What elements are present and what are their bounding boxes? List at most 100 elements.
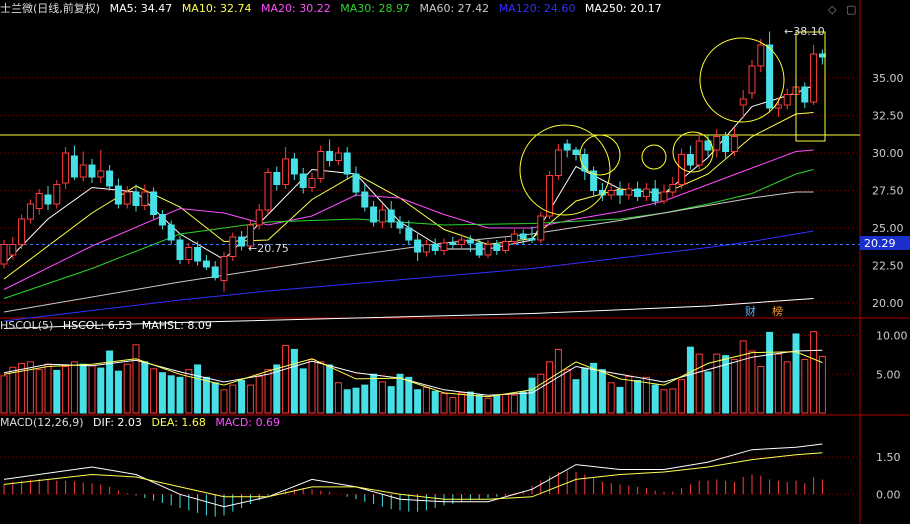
candle-body[interactable] [572,149,580,155]
candle-body[interactable] [801,86,809,103]
candle-body[interactable] [352,173,360,193]
hscol-bar [563,369,571,414]
candle-body[interactable] [387,209,395,223]
candle-body[interactable] [493,244,501,251]
candle-body[interactable] [774,104,782,109]
candle-body[interactable] [194,247,202,262]
candle-body[interactable] [713,136,721,151]
candle-body[interactable] [70,155,78,178]
candle-body[interactable] [431,244,439,251]
candle-body[interactable] [440,242,448,251]
candle-body[interactable] [114,185,122,205]
candle-body[interactable] [396,221,404,229]
candle-body[interactable] [0,244,8,265]
candle-body[interactable] [273,172,281,185]
candle-body[interactable] [220,256,228,281]
candle-body[interactable] [308,178,316,188]
candle-body[interactable] [326,151,334,161]
candle-body[interactable] [748,65,756,94]
hscol-bar [502,393,510,414]
candle-body[interactable] [158,214,166,226]
candle-body[interactable] [502,241,510,251]
candle-body[interactable] [414,239,422,253]
candle-body[interactable] [546,175,554,217]
candle-body[interactable] [18,218,26,245]
candle-body[interactable] [660,191,668,202]
diamond-icon[interactable]: ◇ [828,3,836,16]
candle-body[interactable] [766,44,774,109]
candle-body[interactable] [185,247,193,260]
hscol-bar [176,376,184,414]
price-tick-label: 27.50 [872,185,904,198]
candle-body[interactable] [202,260,210,268]
candle-body[interactable] [651,188,659,202]
candle-body[interactable] [378,209,386,223]
macd-tick-label: 1.50 [876,451,901,464]
candle-body[interactable] [528,238,536,241]
macd-indicator-name[interactable]: MACD(12,26,9) [0,416,84,429]
candle-body[interactable] [35,193,43,209]
candle-body[interactable] [26,203,34,220]
candle-body[interactable] [810,53,818,103]
candle-body[interactable] [537,215,545,241]
candle-body[interactable] [757,44,765,67]
candle-body[interactable] [167,224,175,241]
candle-body[interactable] [132,191,140,206]
candle-body[interactable] [405,227,413,241]
ranking-badge[interactable]: 榜 [772,304,783,318]
stock-chart[interactable]: 35.00 32.50 30.00 27.50 25.00 22.50 20.00 ←38.1… [0,0,910,524]
candle-body[interactable] [88,164,96,178]
candle-body[interactable] [97,170,105,178]
candle-body[interactable] [422,244,430,253]
candle-body[interactable] [686,154,694,166]
stock-name[interactable]: 士兰微(日线,前复权) [0,2,100,15]
candle-body[interactable] [695,140,703,166]
candle-body[interactable] [106,170,114,187]
candle-body[interactable] [334,152,342,161]
candle-body[interactable] [458,239,466,245]
candle-body[interactable] [783,94,791,106]
candle-body[interactable] [255,209,263,226]
candle-body[interactable] [176,239,184,260]
candle-body[interactable] [9,244,17,256]
candle-body[interactable] [625,188,633,196]
candle-body[interactable] [554,149,562,176]
hscol-indicator-name[interactable]: HSCOL(5) [0,319,53,332]
candle-body[interactable] [739,98,747,106]
finance-badge[interactable]: 财 [745,304,756,318]
candle-body[interactable] [616,190,624,196]
candle-body[interactable] [317,151,325,179]
candle-body[interactable] [282,158,290,185]
candle-body[interactable] [722,136,730,152]
candle-body[interactable] [229,236,237,257]
candle-body[interactable] [361,191,369,208]
candle-body[interactable] [607,190,615,196]
candle-body[interactable] [669,184,677,193]
candle-body[interactable] [343,152,351,175]
candle-body[interactable] [370,206,378,223]
candle-body[interactable] [123,191,131,205]
candle-body[interactable] [475,242,483,256]
candle-body[interactable] [510,233,518,242]
candle-body[interactable] [141,191,149,206]
candle-body[interactable] [730,136,738,152]
candle-body[interactable] [484,244,492,256]
candle-body[interactable] [79,164,87,178]
candle-body[interactable] [290,158,298,175]
candle-body[interactable] [150,191,158,215]
candle-body[interactable] [466,239,474,244]
candle-body[interactable] [299,173,307,188]
candle-body[interactable] [44,194,52,205]
candle-body[interactable] [449,242,457,245]
candle-body[interactable] [62,152,70,184]
candle-body[interactable] [238,236,246,247]
candle-body[interactable] [264,172,272,211]
candle-body[interactable] [211,266,219,278]
dif-value: DIF: 2.03 [93,416,142,429]
candle-body[interactable] [53,184,61,205]
window-toggle-icon[interactable]: ▢ [846,3,856,16]
candle-body[interactable] [642,188,650,197]
candle-body[interactable] [563,143,571,151]
candle-body[interactable] [519,233,527,239]
candle-body[interactable] [634,188,642,197]
